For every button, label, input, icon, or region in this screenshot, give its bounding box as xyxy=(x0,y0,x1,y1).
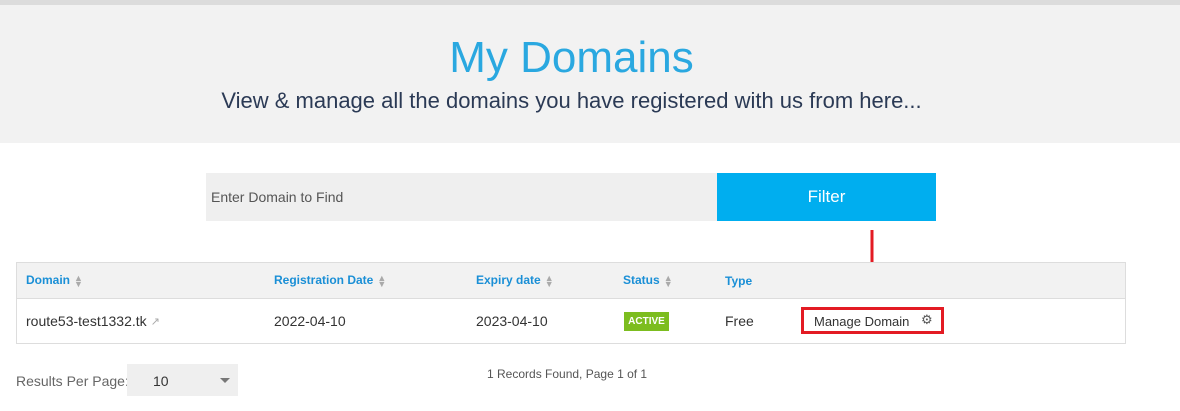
table-header: Domain ▲ ▼ Registration Date ▲ ▼ Expiry date… xyxy=(17,263,1125,299)
domains-table: Domain ▲ ▼ Registration Date ▲ ▼ Expiry date… xyxy=(16,262,1126,344)
records-summary: 1 Records Found, Page 1 of 1 xyxy=(487,367,648,381)
external-link-icon[interactable]: ↗ xyxy=(151,315,160,328)
domain-search-input[interactable] xyxy=(206,173,717,221)
page-header: My Domains View & manage all the domains… xyxy=(0,5,1180,143)
sort-icon: ▲ ▼ xyxy=(74,272,83,289)
column-header-status[interactable]: Status ▲ ▼ xyxy=(623,272,673,289)
results-per-page-label: Results Per Page: xyxy=(16,373,129,389)
type-cell: Free xyxy=(725,313,754,329)
filter-button[interactable]: Filter xyxy=(717,173,936,221)
sort-icon: ▲ ▼ xyxy=(544,272,554,289)
registration-date-cell: 2022-04-10 xyxy=(274,313,346,329)
domain-cell: route53-test1332.tk ↗ xyxy=(26,313,160,329)
sort-icon: ▲ ▼ xyxy=(663,272,673,289)
column-header-expiry-date[interactable]: Expiry date ▲ ▼ xyxy=(476,272,554,289)
results-per-page-select[interactable]: 10 xyxy=(127,364,238,396)
domain-link[interactable]: route53-test1332.tk xyxy=(26,313,147,329)
sort-icon: ▲ ▼ xyxy=(377,272,387,289)
manage-domain-label: Manage Domain xyxy=(814,314,910,329)
status-badge: ACTIVE xyxy=(624,312,669,331)
column-header-type: Type xyxy=(725,274,753,288)
chevron-down-icon xyxy=(220,378,230,383)
manage-domain-button[interactable]: Manage Domain ⚙ xyxy=(801,307,944,334)
column-header-registration-date[interactable]: Registration Date ▲ ▼ xyxy=(274,272,387,289)
page-title: My Domains xyxy=(449,33,694,82)
results-per-page-value: 10 xyxy=(153,373,169,389)
page-subtitle: View & manage all the domains you have r… xyxy=(221,88,922,113)
gear-icon: ⚙ xyxy=(921,312,933,327)
column-header-domain[interactable]: Domain ▲ ▼ xyxy=(26,272,83,289)
expiry-date-cell: 2023-04-10 xyxy=(476,313,548,329)
